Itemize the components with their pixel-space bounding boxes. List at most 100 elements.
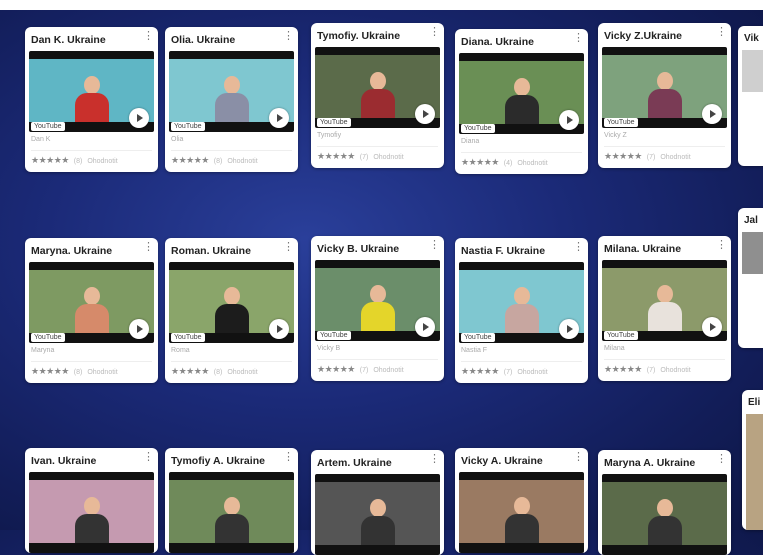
edge-card-1[interactable]: Vik (738, 26, 763, 166)
rate-link[interactable]: Ohodnotit (227, 369, 257, 376)
star-rating-icon[interactable]: ★★★★★ (31, 366, 69, 376)
more-options-icon[interactable]: ⋮ (573, 242, 584, 253)
video-thumbnail[interactable]: YouTube (169, 51, 294, 132)
rating-row[interactable]: ★★★★★ (8) Ohodnotit (165, 151, 298, 172)
play-icon[interactable] (129, 108, 149, 128)
video-card[interactable]: Maryna A. Ukraine ⋮ (598, 450, 731, 555)
more-options-icon[interactable]: ⋮ (573, 452, 584, 463)
video-card[interactable]: Nastia F. Ukraine ⋮ YouTube Nastia F ★★★★★ (… (455, 238, 588, 383)
video-thumbnail[interactable] (315, 474, 440, 555)
video-thumbnail[interactable] (602, 474, 727, 555)
rate-link[interactable]: Ohodnotit (660, 367, 690, 374)
play-icon[interactable] (129, 319, 149, 339)
star-rating-icon[interactable]: ★★★★★ (171, 155, 209, 165)
card-title: Nastia F. Ukraine (461, 245, 546, 257)
video-card[interactable]: Tymofiy. Ukraine ⋮ YouTube Tymofiy ★★★★★ (7)… (311, 23, 444, 168)
video-thumbnail[interactable] (459, 472, 584, 553)
edge-card-title: Eli (748, 397, 761, 408)
card-header: Maryna. Ukraine ⋮ (25, 238, 158, 262)
more-options-icon[interactable]: ⋮ (429, 240, 440, 251)
play-icon[interactable] (559, 319, 579, 339)
video-thumbnail[interactable]: YouTube (602, 260, 727, 341)
video-card[interactable]: Artem. Ukraine ⋮ (311, 450, 444, 555)
card-header: Olia. Ukraine ⋮ (165, 27, 298, 51)
more-options-icon[interactable]: ⋮ (716, 454, 727, 465)
star-rating-icon[interactable]: ★★★★★ (171, 366, 209, 376)
rate-link[interactable]: Ohodnotit (373, 154, 403, 161)
star-rating-icon[interactable]: ★★★★★ (461, 366, 499, 376)
edge-card-2[interactable]: Jal (738, 208, 763, 348)
rate-link[interactable]: Ohodnotit (373, 367, 403, 374)
video-thumbnail[interactable]: YouTube (169, 262, 294, 343)
play-icon[interactable] (415, 317, 435, 337)
rating-row[interactable]: ★★★★★ (4) Ohodnotit (455, 153, 588, 174)
rating-row[interactable]: ★★★★★ (8) Ohodnotit (165, 362, 298, 383)
video-thumbnail[interactable] (29, 472, 154, 553)
more-options-icon[interactable]: ⋮ (429, 454, 440, 465)
video-thumbnail[interactable]: YouTube (315, 260, 440, 341)
video-thumbnail[interactable]: YouTube (459, 53, 584, 134)
rating-row[interactable]: ★★★★★ (7) Ohodnotit (598, 360, 731, 381)
more-options-icon[interactable]: ⋮ (143, 31, 154, 42)
rating-row[interactable]: ★★★★★ (7) Ohodnotit (598, 147, 731, 168)
more-options-icon[interactable]: ⋮ (143, 242, 154, 253)
rating-row[interactable]: ★★★★★ (7) Ohodnotit (311, 147, 444, 168)
star-rating-icon[interactable]: ★★★★★ (604, 364, 642, 374)
rating-count: (7) (644, 367, 658, 374)
rate-link[interactable]: Ohodnotit (517, 369, 547, 376)
card-title: Maryna. Ukraine (31, 245, 113, 257)
rate-link[interactable]: Ohodnotit (660, 154, 690, 161)
rate-link[interactable]: Ohodnotit (227, 158, 257, 165)
card-title: Tymofiy. Ukraine (317, 30, 401, 42)
more-options-icon[interactable]: ⋮ (716, 240, 727, 251)
play-icon[interactable] (559, 110, 579, 130)
video-card[interactable]: Maryna. Ukraine ⋮ YouTube Maryna ★★★★★ (8) O… (25, 238, 158, 383)
rate-link[interactable]: Ohodnotit (517, 160, 547, 167)
video-card[interactable]: Milana. Ukraine ⋮ YouTube Milana ★★★★★ (7) O… (598, 236, 731, 381)
more-options-icon[interactable]: ⋮ (716, 27, 727, 38)
rate-link[interactable]: Ohodnotit (87, 369, 117, 376)
more-options-icon[interactable]: ⋮ (283, 242, 294, 253)
more-options-icon[interactable]: ⋮ (283, 452, 294, 463)
more-options-icon[interactable]: ⋮ (429, 27, 440, 38)
video-subtitle: Diana (461, 138, 480, 145)
rating-row[interactable]: ★★★★★ (7) Ohodnotit (455, 362, 588, 383)
video-card[interactable]: Vicky Z.Ukraine ⋮ YouTube Vicky Z ★★★★★ (7) … (598, 23, 731, 168)
star-rating-icon[interactable]: ★★★★★ (317, 364, 355, 374)
video-thumbnail[interactable]: YouTube (29, 262, 154, 343)
star-rating-icon[interactable]: ★★★★★ (604, 151, 642, 161)
play-icon[interactable] (702, 317, 722, 337)
edge-thumbnail[interactable] (746, 414, 763, 530)
edge-thumbnail[interactable] (742, 232, 763, 274)
edge-card-3[interactable]: Eli (742, 390, 763, 530)
video-card[interactable]: Olia. Ukraine ⋮ YouTube Olia ★★★★★ (8) Ohodn… (165, 27, 298, 172)
video-card[interactable]: Dan K. Ukraine ⋮ YouTube Dan K ★★★★★ (8) Oho… (25, 27, 158, 172)
video-thumbnail[interactable] (169, 472, 294, 553)
edge-thumbnail[interactable] (742, 50, 763, 92)
more-options-icon[interactable]: ⋮ (143, 452, 154, 463)
play-icon[interactable] (269, 319, 289, 339)
more-options-icon[interactable]: ⋮ (573, 33, 584, 44)
rate-link[interactable]: Ohodnotit (87, 158, 117, 165)
video-card[interactable]: Vicky A. Ukraine ⋮ (455, 448, 588, 553)
more-options-icon[interactable]: ⋮ (283, 31, 294, 42)
video-card[interactable]: Roman. Ukraine ⋮ YouTube Roma ★★★★★ (8) Ohod… (165, 238, 298, 383)
rating-row[interactable]: ★★★★★ (7) Ohodnotit (311, 360, 444, 381)
video-thumbnail[interactable]: YouTube (602, 47, 727, 128)
video-thumbnail[interactable]: YouTube (315, 47, 440, 128)
star-rating-icon[interactable]: ★★★★★ (31, 155, 69, 165)
video-card[interactable]: Ivan. Ukraine ⋮ (25, 448, 158, 553)
video-card[interactable]: Tymofiy A. Ukraine ⋮ (165, 448, 298, 553)
video-card[interactable]: Diana. Ukraine ⋮ YouTube Diana ★★★★★ (4) Oho… (455, 29, 588, 174)
video-subtitle: Maryna (31, 347, 55, 354)
play-icon[interactable] (269, 108, 289, 128)
rating-row[interactable]: ★★★★★ (8) Ohodnotit (25, 362, 158, 383)
play-icon[interactable] (702, 104, 722, 124)
video-thumbnail[interactable]: YouTube (29, 51, 154, 132)
video-card[interactable]: Vicky B. Ukraine ⋮ YouTube Vicky B ★★★★★ (7)… (311, 236, 444, 381)
video-thumbnail[interactable]: YouTube (459, 262, 584, 343)
rating-row[interactable]: ★★★★★ (8) Ohodnotit (25, 151, 158, 172)
play-icon[interactable] (415, 104, 435, 124)
star-rating-icon[interactable]: ★★★★★ (317, 151, 355, 161)
star-rating-icon[interactable]: ★★★★★ (461, 157, 499, 167)
